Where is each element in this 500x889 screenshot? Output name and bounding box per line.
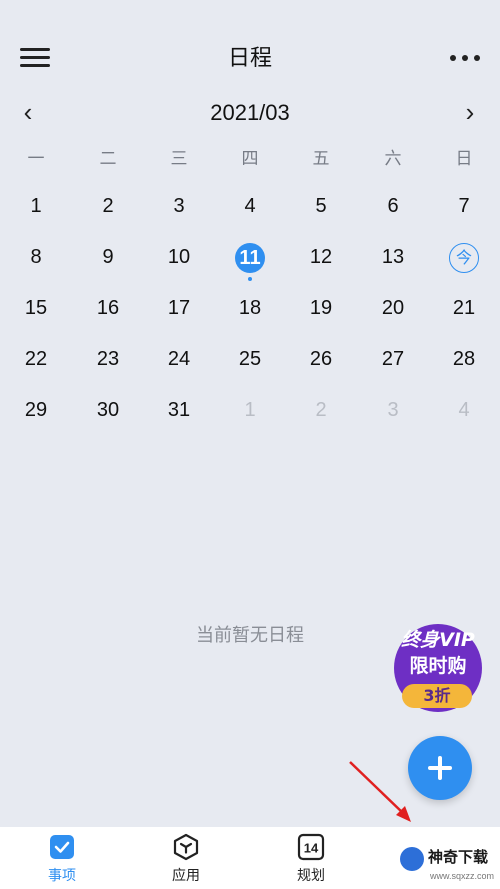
calendar-day[interactable]: 30 — [80, 388, 136, 432]
page-title: 日程 — [227, 46, 272, 71]
promo-line-discount: 3折 — [423, 686, 451, 705]
svg-text:14: 14 — [304, 841, 319, 856]
top-app-bar: 日程 — [0, 0, 500, 110]
calendar-day[interactable]: 25 — [222, 337, 278, 381]
calendar-day[interactable]: 8 — [8, 235, 64, 279]
calendar-day[interactable]: 1 — [8, 184, 64, 228]
more-dots-icon[interactable] — [448, 52, 482, 64]
calendar-day[interactable]: 24 — [151, 337, 207, 381]
calendar-day[interactable]: 17 — [151, 286, 207, 330]
calendar-day[interactable]: 6 — [365, 184, 421, 228]
calendar-day[interactable]: 28 — [436, 337, 492, 381]
weekday-label: 四 — [241, 149, 259, 169]
calendar-day[interactable]: 23 — [80, 337, 136, 381]
plus-icon-vertical — [438, 756, 442, 780]
weekday-label: 一 — [27, 149, 45, 169]
calendar-day[interactable]: 5 — [293, 184, 349, 228]
calendar-day-next-month[interactable]: 1 — [222, 388, 278, 432]
calendar-day[interactable]: 21 — [436, 286, 492, 330]
weekday-label: 六 — [384, 149, 402, 169]
promo-line-vip: 终身VIP — [401, 629, 475, 651]
vip-promo-badge[interactable]: 终身VIP 限时购 3折 — [388, 618, 488, 718]
weekday-label: 二 — [99, 149, 117, 169]
calendar-day[interactable]: 27 — [365, 337, 421, 381]
calendar-day[interactable]: 7 — [436, 184, 492, 228]
month-navigator: ‹ 2021/03 › — [0, 95, 500, 131]
add-schedule-button[interactable] — [408, 736, 472, 800]
calendar-day[interactable]: 26 — [293, 337, 349, 381]
nav-label: 事项 — [48, 868, 76, 884]
calendar-day[interactable]: 22 — [8, 337, 64, 381]
calendar-day[interactable]: 19 — [293, 286, 349, 330]
watermark-title: 神奇下载 — [428, 848, 489, 866]
calendar-day[interactable]: 3 — [151, 184, 207, 228]
watermark-logo-icon — [400, 847, 424, 871]
nav-label: 应用 — [172, 868, 200, 884]
chevron-right-icon[interactable]: › — [458, 97, 482, 129]
promo-line-limited: 限时购 — [409, 655, 467, 677]
nav-item-tasks[interactable]: 事项 — [22, 831, 102, 887]
calendar-day[interactable]: 4 — [222, 184, 278, 228]
calendar-day-next-month[interactable]: 2 — [293, 388, 349, 432]
nav-label: 规划 — [297, 868, 325, 884]
checkbox-icon — [50, 835, 74, 859]
calendar-day[interactable]: 16 — [80, 286, 136, 330]
event-dot — [248, 277, 252, 281]
calendar-day-next-month[interactable]: 4 — [436, 388, 492, 432]
watermark: 神奇下载 www.sqxzz.com — [396, 843, 500, 889]
calendar-day[interactable]: 10 — [151, 235, 207, 279]
month-label: 2021/03 — [210, 100, 290, 125]
calendar-day[interactable]: 18 — [222, 286, 278, 330]
hamburger-menu-icon[interactable] — [20, 44, 52, 70]
weekday-header: 一 二 三 四 五 六 日 — [0, 146, 500, 172]
calendar-day[interactable]: 15 — [8, 286, 64, 330]
calendar-day[interactable]: 29 — [8, 388, 64, 432]
chevron-left-icon[interactable]: ‹ — [16, 97, 40, 129]
calendar-day[interactable]: 31 — [151, 388, 207, 432]
calendar-day[interactable]: 12 — [293, 235, 349, 279]
watermark-url: www.sqxzz.com — [430, 871, 495, 881]
calendar-grid: 1 2 3 4 5 6 7 8 9 10 11 12 13 今 15 16 17… — [0, 180, 500, 440]
weekday-label: 日 — [455, 149, 473, 169]
calendar-day[interactable]: 20 — [365, 286, 421, 330]
weekday-label: 三 — [170, 149, 188, 169]
weekday-label: 五 — [312, 149, 330, 169]
cube-icon — [173, 833, 199, 861]
empty-state-text: 当前暂无日程 — [196, 625, 304, 646]
calendar-day[interactable]: 2 — [80, 184, 136, 228]
calendar-day-selected[interactable]: 11 — [222, 235, 278, 281]
nav-item-planning[interactable]: 14 规划 — [271, 831, 351, 887]
calendar-14-icon: 14 — [297, 833, 325, 861]
calendar-day[interactable]: 9 — [80, 235, 136, 279]
calendar-day-next-month[interactable]: 3 — [365, 388, 421, 432]
calendar-day-today[interactable]: 今 — [436, 235, 492, 279]
nav-item-apps[interactable]: 应用 — [146, 831, 226, 887]
calendar-day[interactable]: 13 — [365, 235, 421, 279]
